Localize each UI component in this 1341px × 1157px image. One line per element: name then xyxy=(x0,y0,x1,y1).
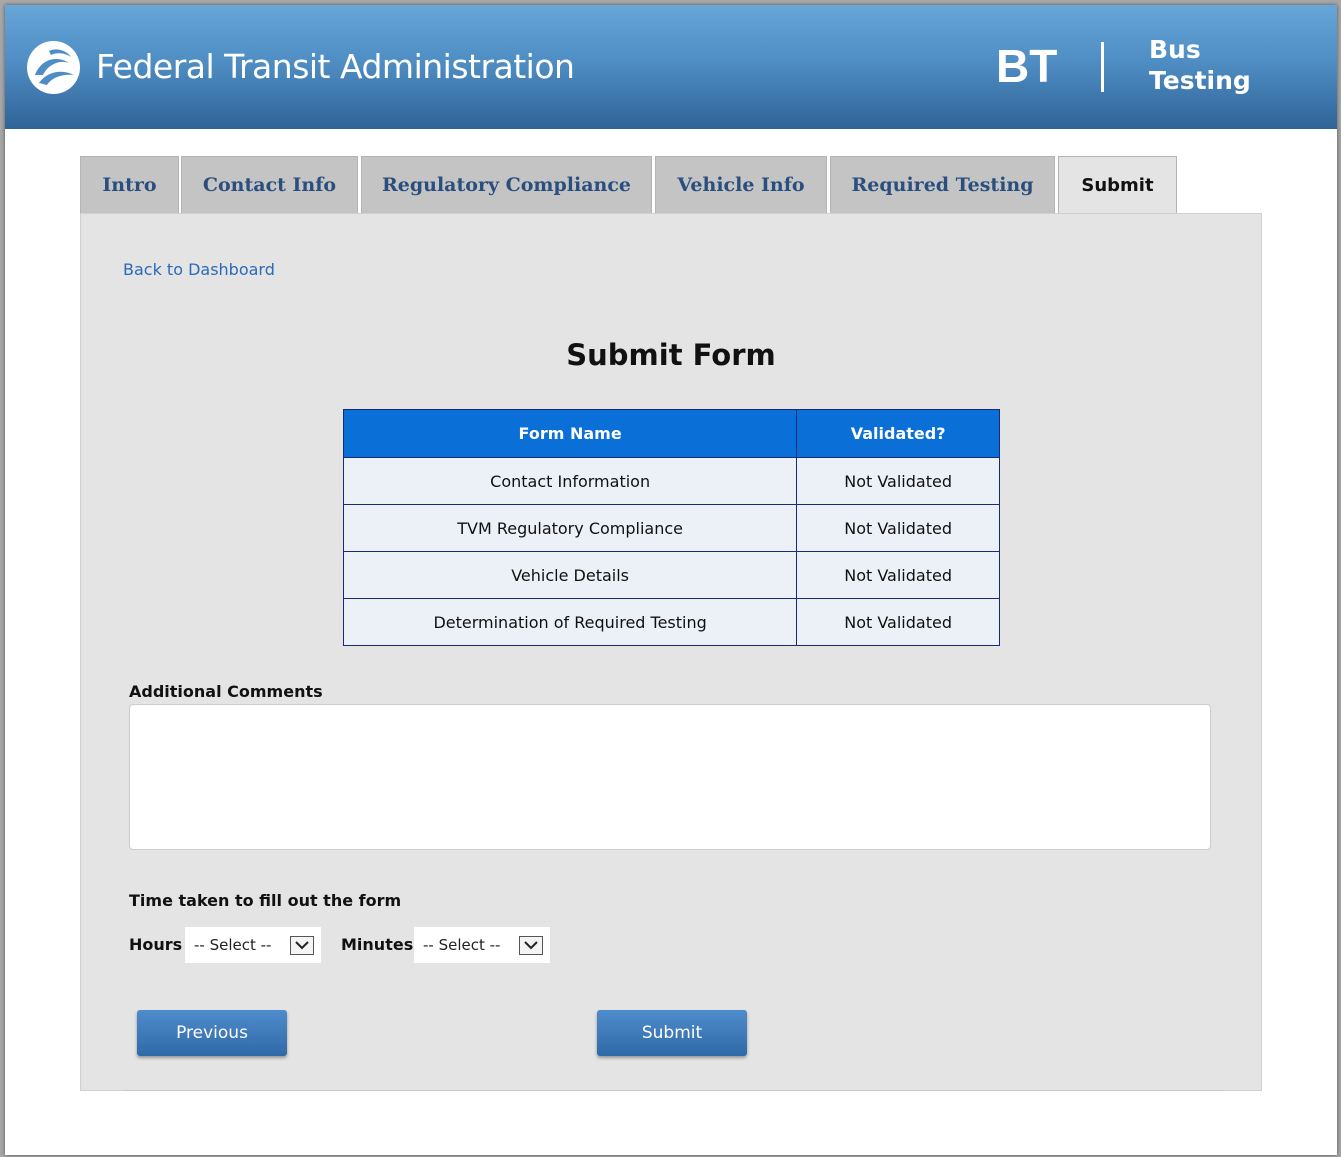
chevron-down-icon[interactable] xyxy=(290,936,314,955)
validated-cell: Not Validated xyxy=(796,598,1000,646)
previous-button[interactable]: Previous xyxy=(137,1010,287,1056)
hours-select-value: -- Select -- xyxy=(194,936,272,954)
site-header: Federal Transit Administration BT Bus Te… xyxy=(5,5,1337,129)
validated-cell: Not Validated xyxy=(796,457,1000,505)
header-validated: Validated? xyxy=(796,409,1000,458)
hours-select[interactable]: -- Select -- xyxy=(185,927,321,963)
form-name-cell: Determination of Required Testing xyxy=(342,598,798,646)
minutes-select[interactable]: -- Select -- xyxy=(414,927,550,963)
form-name-cell: TVM Regulatory Compliance xyxy=(342,504,798,552)
table-row: Vehicle Details Not Validated xyxy=(342,551,1000,599)
fta-logo-icon xyxy=(27,41,80,94)
form-name-cell: Contact Information xyxy=(342,457,798,505)
tab-required-testing[interactable]: Required Testing xyxy=(830,156,1055,213)
app-name-line2: Testing xyxy=(1149,66,1251,95)
tab-submit[interactable]: Submit xyxy=(1058,156,1177,213)
additional-comments-input[interactable] xyxy=(129,704,1211,850)
agency-name: Federal Transit Administration xyxy=(96,47,575,86)
hours-label: Hours xyxy=(129,935,183,954)
minutes-label: Minutes xyxy=(341,935,414,954)
table-row: Determination of Required Testing Not Va… xyxy=(342,598,1000,646)
validated-cell: Not Validated xyxy=(796,504,1000,552)
minutes-select-value: -- Select -- xyxy=(423,936,501,954)
tab-vehicle-info[interactable]: Vehicle Info xyxy=(655,156,827,213)
header-form-name: Form Name xyxy=(342,409,798,458)
submit-button[interactable]: Submit xyxy=(597,1010,747,1056)
additional-comments-label: Additional Comments xyxy=(129,682,323,701)
tab-intro[interactable]: Intro xyxy=(80,156,179,213)
page-title: Submit Form xyxy=(566,338,776,372)
app-abbreviation: BT xyxy=(996,40,1058,92)
tab-contact-info[interactable]: Contact Info xyxy=(181,156,358,213)
time-taken-label: Time taken to fill out the form xyxy=(129,891,402,910)
tab-regulatory-compliance[interactable]: Regulatory Compliance xyxy=(361,156,652,213)
form-name-cell: Vehicle Details xyxy=(342,551,798,599)
table-row: TVM Regulatory Compliance Not Validated xyxy=(342,504,1000,552)
chevron-down-icon[interactable] xyxy=(519,936,543,955)
table-header-row: Form Name Validated? xyxy=(342,409,1000,458)
validated-cell: Not Validated xyxy=(796,551,1000,599)
back-to-dashboard-link[interactable]: Back to Dashboard xyxy=(123,260,275,279)
submit-panel: Back to Dashboard Submit Form Form Name … xyxy=(80,213,1262,1091)
panel-divider xyxy=(123,1090,1223,1091)
validation-table: Form Name Validated? Contact Information… xyxy=(342,409,1000,646)
browser-window: Federal Transit Administration BT Bus Te… xyxy=(5,5,1337,1155)
table-row: Contact Information Not Validated xyxy=(342,457,1000,505)
header-divider xyxy=(1101,42,1104,92)
app-name-line1: Bus xyxy=(1149,35,1201,64)
